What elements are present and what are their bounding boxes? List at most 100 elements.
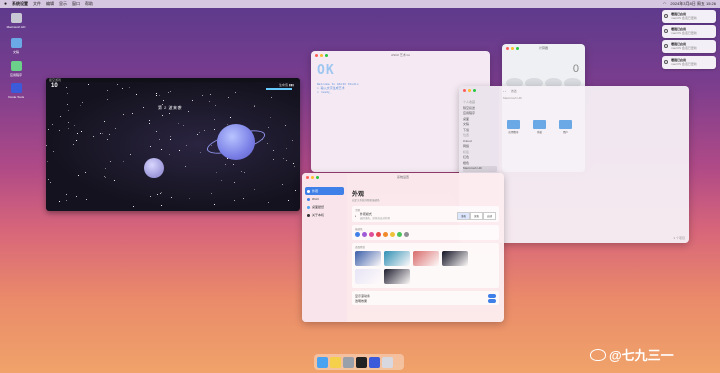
star	[241, 170, 243, 172]
hard-drive-icon	[10, 13, 22, 23]
star	[157, 194, 158, 196]
theme-option-light[interactable]: 浅色	[456, 212, 470, 220]
notification[interactable]: 增强已启用 macOS 会话已更新	[662, 25, 716, 38]
notification[interactable]: 增强已启用 macOS 会话已更新	[662, 56, 716, 69]
notification[interactable]: 增强已启用 macOS 会话已更新	[662, 40, 716, 53]
transparency-toggle[interactable]	[488, 298, 496, 303]
notification[interactable]: 增强已启用 macOS 会话已更新	[662, 10, 716, 23]
folder-item[interactable]: 应用程序	[507, 120, 520, 134]
xcode-icon[interactable]	[369, 356, 380, 368]
wallpaper-thumbnail[interactable]	[442, 251, 468, 266]
star	[161, 148, 163, 150]
wifi-status-icon[interactable]: ◠	[663, 1, 667, 7]
scrollbar-toggle[interactable]	[488, 293, 496, 298]
menu-clock[interactable]: 2024年3月8日 周五 15:26	[670, 1, 716, 7]
desktop-icon-hd[interactable]: Macintosh HD	[5, 13, 27, 29]
zoom-button[interactable]	[473, 89, 476, 92]
desktop-icon-applications[interactable]: 应用程序	[5, 61, 27, 77]
accent-swatch[interactable]	[404, 232, 409, 237]
game-hud: 生命值 ▮▮▮	[279, 83, 294, 87]
wallpaper-thumbnail[interactable]	[355, 251, 381, 266]
menu-file[interactable]: 文件	[33, 1, 41, 7]
game-window[interactable]: 星空游戏 10 第 2 波来袭 生命值 ▮▮▮	[46, 78, 300, 211]
sidebar-item-label: Wi-Fi	[312, 197, 319, 201]
wallpaper-thumbnail[interactable]	[384, 251, 410, 266]
desktop-icon-label: Xcode Tools	[7, 95, 25, 99]
theme-icon: ◐	[355, 214, 357, 218]
sidebar-item-wifi[interactable]: Wi-Fi	[305, 195, 344, 203]
accent-swatch[interactable]	[376, 232, 381, 237]
star	[221, 179, 223, 181]
trash-icon[interactable]	[382, 356, 393, 368]
star	[169, 90, 171, 92]
star	[235, 92, 237, 94]
menu-view[interactable]: 显示	[59, 1, 67, 7]
wallpaper-thumbnail[interactable]	[384, 269, 410, 284]
terminal-icon[interactable]	[356, 356, 367, 368]
star	[108, 134, 110, 136]
star	[68, 122, 70, 124]
star	[74, 125, 76, 127]
desktop-icon-xcode[interactable]: Xcode Tools	[5, 83, 27, 99]
star	[115, 128, 117, 130]
star	[66, 86, 68, 88]
notes-icon[interactable]	[330, 356, 341, 368]
star	[47, 128, 49, 130]
settings-window[interactable]: 外观 Wi-Fi 桌面壁纸 关于本机 系统设置 外观 自定义系统外观和强调色 主…	[302, 173, 504, 322]
watermark-text: @七九三一	[609, 348, 674, 363]
accent-swatch[interactable]	[397, 232, 402, 237]
text-content[interactable]: Welcome to ASCII Studio > 输入文字生成艺术 > rea…	[317, 82, 359, 94]
menu-window[interactable]: 窗口	[72, 1, 80, 7]
page-subtitle: 自定义系统外观和强调色	[352, 199, 380, 202]
status-bar: 3 个项目	[673, 236, 685, 240]
settings-icon[interactable]	[343, 356, 354, 368]
menu-app-name[interactable]: 系统设置	[12, 1, 28, 7]
star	[104, 176, 106, 178]
accent-swatch[interactable]	[390, 232, 395, 237]
accent-swatch[interactable]	[369, 232, 374, 237]
folder-item[interactable]: 用户	[559, 120, 572, 134]
folder-item[interactable]: 系统	[533, 120, 546, 134]
menu-help[interactable]: 帮助	[85, 1, 93, 7]
accent-swatch[interactable]	[355, 232, 360, 237]
star	[230, 117, 232, 119]
star	[107, 99, 109, 101]
wallpaper-thumbnail[interactable]	[413, 251, 439, 266]
folder-icon	[533, 120, 546, 129]
star	[170, 136, 172, 138]
star	[285, 148, 287, 150]
minimize-button[interactable]	[468, 89, 471, 92]
star	[253, 106, 255, 108]
accent-swatch[interactable]	[362, 232, 367, 237]
star	[184, 165, 186, 167]
star	[46, 161, 48, 163]
close-button[interactable]	[463, 89, 466, 92]
forward-icon[interactable]: ›	[505, 89, 506, 93]
star	[232, 164, 234, 166]
wallpaper-thumbnail[interactable]	[355, 269, 381, 284]
star	[148, 119, 150, 121]
apple-menu-icon[interactable]: ●	[4, 1, 7, 7]
desktop-icon-documents[interactable]: 文稿	[5, 38, 27, 54]
sidebar-item-about[interactable]: 关于本机	[305, 211, 344, 219]
star	[158, 95, 160, 97]
accent-swatch[interactable]	[383, 232, 388, 237]
star	[150, 195, 152, 197]
star	[182, 125, 184, 127]
sidebar-item-selected[interactable]: Macintosh HD	[463, 166, 497, 172]
path-bar[interactable]: Macintosh HD	[503, 96, 522, 100]
menu-edit[interactable]: 编辑	[46, 1, 54, 7]
sidebar-item-wallpaper[interactable]: 桌面壁纸	[305, 203, 344, 211]
star	[267, 142, 269, 144]
watermark: @七九三一	[590, 345, 674, 364]
finder-icon[interactable]	[317, 356, 328, 368]
star	[52, 124, 54, 126]
star	[99, 133, 101, 135]
back-icon[interactable]: ‹	[503, 89, 504, 93]
star	[162, 115, 164, 117]
star	[85, 199, 87, 201]
sidebar-item-appearance[interactable]: 外观	[305, 187, 344, 195]
theme-option-auto[interactable]: 自动	[482, 212, 496, 220]
star	[106, 90, 108, 92]
theme-option-dark[interactable]: 深色	[469, 212, 483, 220]
